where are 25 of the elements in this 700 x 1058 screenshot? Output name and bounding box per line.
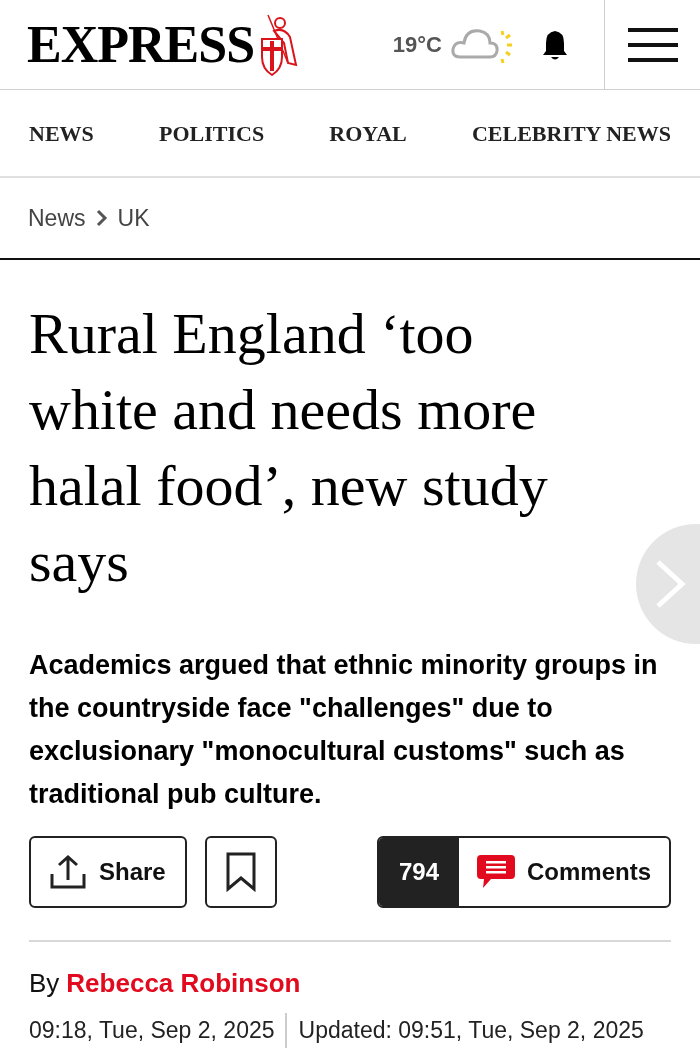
updated-date: Updated: 09:51, Tue, Sep 2, 2025 <box>297 1016 644 1045</box>
temperature: 19°C <box>392 31 442 59</box>
speech-bubble-icon <box>476 855 515 889</box>
nav-link[interactable]: POLITICS <box>158 116 265 150</box>
share-icon <box>49 854 87 890</box>
breadcrumb-link[interactable]: News <box>28 200 86 236</box>
nav-link[interactable]: CELEBRITY NEWS <box>471 116 671 150</box>
chevron-right-icon <box>95 209 108 227</box>
published-date: 09:18, Tue, Sep 2, 2025 <box>29 1013 287 1048</box>
author-link[interactable]: Rebecca Robinson <box>66 964 301 1003</box>
bookmark-button[interactable] <box>205 836 277 908</box>
comments-button[interactable]: Comments <box>458 838 669 906</box>
nav-link[interactable]: ROYAL <box>329 116 407 150</box>
standfirst: Academics argued that ethnic minority groups in the countryside face "challenges" due to exclusionary "monocultural customs" such as traditional pub culture. <box>29 649 659 811</box>
comment-count: 794 <box>378 838 459 906</box>
byline-prefix: By <box>29 967 60 1000</box>
menu-icon[interactable] <box>627 27 678 62</box>
site-logo[interactable]: EXPRESS <box>27 18 255 71</box>
bookmark-icon <box>225 852 257 892</box>
breadcrumb-link[interactable]: UK <box>117 200 150 236</box>
chevron-right-icon <box>654 558 688 610</box>
headline: Rural England ‘too white and needs more halal food’, new study says <box>29 300 549 596</box>
nav-link[interactable]: NEWS <box>29 116 94 150</box>
share-button[interactable]: Share <box>29 836 187 908</box>
notification-bell-icon[interactable] <box>540 28 570 61</box>
